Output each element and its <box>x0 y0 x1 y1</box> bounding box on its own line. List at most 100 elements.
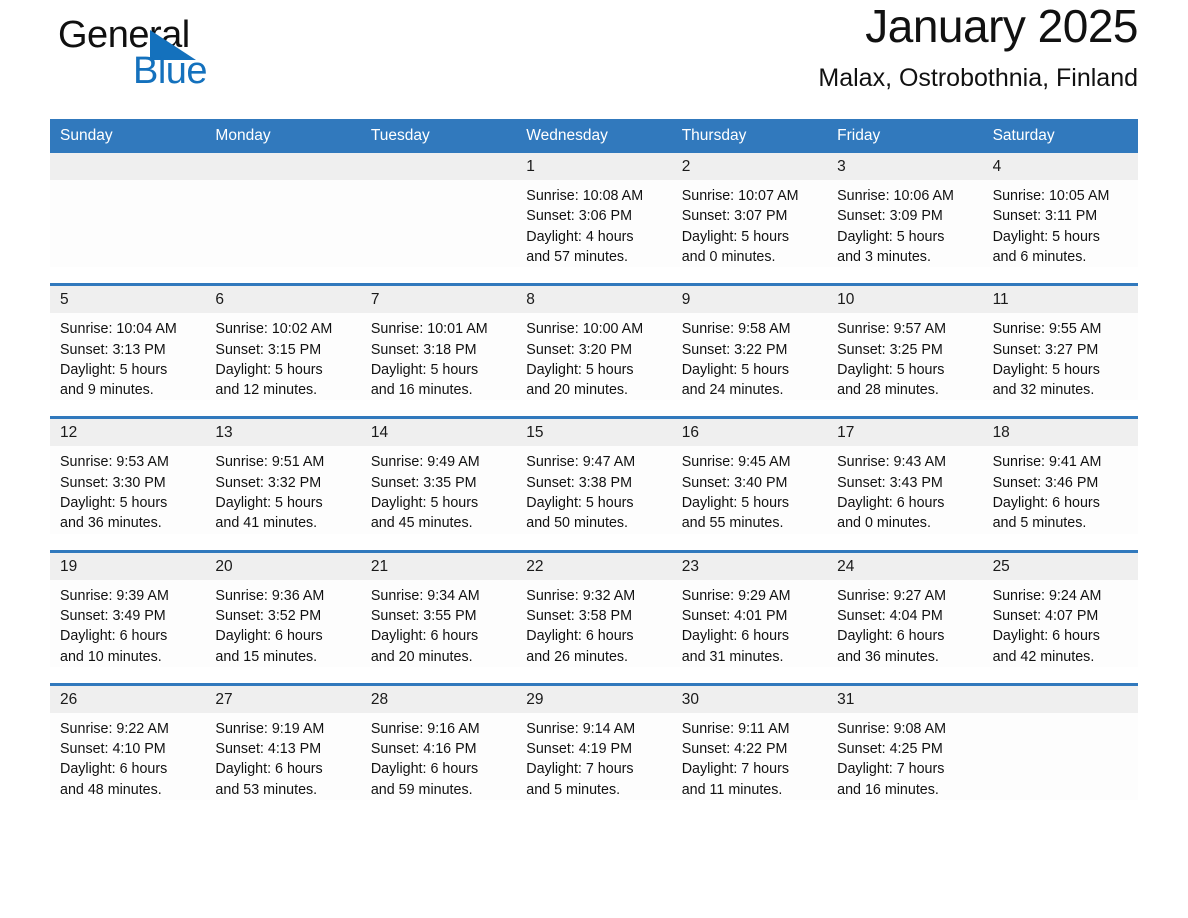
day-number: 12 <box>50 419 206 447</box>
day-number: 25 <box>982 552 1138 580</box>
day-cell[interactable]: 28 Sunrise: 9:16 AM Sunset: 4:16 PM Dayligh… <box>360 685 517 800</box>
day-details <box>361 180 516 186</box>
day-cell-empty <box>205 153 361 267</box>
sunrise-time: Sunrise: 9:27 AM <box>837 587 947 604</box>
day-cell[interactable]: 27 Sunrise: 9:19 AM Sunset: 4:13 PM Dayligh… <box>205 685 361 800</box>
day-cell[interactable]: 7 Sunrise: 10:01 AM Sunset: 3:18 PM Dayligh… <box>360 286 517 400</box>
sunrise-time: Sunrise: 10:02 AM <box>215 321 333 338</box>
day-cell[interactable]: 4 Sunrise: 10:05 AM Sunset: 3:11 PM Dayligh… <box>982 153 1138 267</box>
day-cell[interactable]: 30 Sunrise: 9:11 AM Sunset: 4:22 PM Dayligh… <box>671 685 828 800</box>
sunrise-time: Sunrise: 9:32 AM <box>526 587 636 604</box>
day-details: Sunrise: 9:41 AM Sunset: 3:46 PM Daylight:… <box>983 446 1138 533</box>
day-details: Sunrise: 9:36 AM Sunset: 3:52 PM Daylight:… <box>205 580 360 667</box>
day-details: Sunrise: 9:29 AM Sunset: 4:01 PM Daylight:… <box>672 580 827 667</box>
sunset-time: Sunset: 3:06 PM <box>526 208 632 225</box>
daylight-duration-line2: and 45 minutes. <box>370 515 473 532</box>
calendar-grid: Sunday Monday Tuesday Wednesday Thursday… <box>50 119 1138 800</box>
day-details: Sunrise: 9:27 AM Sunset: 4:04 PM Daylight:… <box>827 580 982 667</box>
day-cell[interactable]: 21 Sunrise: 9:34 AM Sunset: 3:55 PM Dayligh… <box>360 552 517 667</box>
daylight-duration-line1: Daylight: 6 hours <box>526 628 634 645</box>
daylight-duration-line2: and 6 minutes. <box>992 248 1087 265</box>
day-cell[interactable]: 12 Sunrise: 9:53 AM Sunset: 3:30 PM Dayligh… <box>50 419 206 533</box>
week-row-spacer <box>50 666 1138 683</box>
day-cell[interactable]: 23 Sunrise: 9:29 AM Sunset: 4:01 PM Dayligh… <box>671 552 828 667</box>
sunrise-time: Sunrise: 9:36 AM <box>215 587 325 604</box>
sunset-time: Sunset: 3:46 PM <box>992 474 1099 491</box>
sunset-time: Sunset: 3:25 PM <box>837 341 943 358</box>
day-cell[interactable]: 8 Sunrise: 10:00 AM Sunset: 3:20 PM Dayligh… <box>516 286 672 400</box>
daylight-duration-line2: and 36 minutes. <box>60 515 162 532</box>
sunset-time: Sunset: 3:35 PM <box>370 474 477 491</box>
weekday-header-sunday: Sunday <box>60 127 113 144</box>
day-cell[interactable]: 11 Sunrise: 9:55 AM Sunset: 3:27 PM Dayligh… <box>982 286 1138 400</box>
day-number: 28 <box>360 685 517 713</box>
day-number: 5 <box>50 286 206 314</box>
day-details: Sunrise: 9:47 AM Sunset: 3:38 PM Daylight:… <box>516 446 671 533</box>
day-cell[interactable]: 29 Sunrise: 9:14 AM Sunset: 4:19 PM Dayligh… <box>516 685 672 800</box>
day-cell[interactable]: 3 Sunrise: 10:06 AM Sunset: 3:09 PM Dayligh… <box>827 153 983 267</box>
day-cell[interactable]: 25 Sunrise: 9:24 AM Sunset: 4:07 PM Dayligh… <box>982 552 1138 667</box>
daylight-duration-line1: Daylight: 6 hours <box>215 761 323 778</box>
day-details <box>983 713 1138 719</box>
sunrise-time: Sunrise: 9:55 AM <box>992 321 1102 338</box>
day-cell[interactable]: 20 Sunrise: 9:36 AM Sunset: 3:52 PM Dayligh… <box>205 552 361 667</box>
day-details: Sunrise: 9:53 AM Sunset: 3:30 PM Daylight:… <box>50 446 205 533</box>
daylight-duration-line2: and 36 minutes. <box>837 648 939 665</box>
sunset-time: Sunset: 3:27 PM <box>992 341 1099 358</box>
day-cell[interactable]: 6 Sunrise: 10:02 AM Sunset: 3:15 PM Dayligh… <box>205 286 361 400</box>
day-details: Sunrise: 9:34 AM Sunset: 3:55 PM Daylight:… <box>361 580 516 667</box>
sunrise-time: Sunrise: 9:16 AM <box>370 720 480 737</box>
daylight-duration-line2: and 11 minutes. <box>681 781 783 798</box>
sunset-time: Sunset: 4:10 PM <box>60 741 166 758</box>
daylight-duration-line2: and 55 minutes. <box>681 515 784 532</box>
page-header: General Blue January 2025 Malax, Ostrobo… <box>50 0 1138 105</box>
sunset-time: Sunset: 4:07 PM <box>992 607 1099 624</box>
daylight-duration-line1: Daylight: 5 hours <box>370 361 479 378</box>
day-number: 23 <box>671 552 828 580</box>
day-cell[interactable]: 15 Sunrise: 9:47 AM Sunset: 3:38 PM Dayligh… <box>516 419 672 533</box>
day-cell-empty <box>50 153 206 267</box>
daylight-duration-line1: Daylight: 6 hours <box>60 628 168 645</box>
day-cell[interactable]: 31 Sunrise: 9:08 AM Sunset: 4:25 PM Dayligh… <box>827 685 983 800</box>
sunset-time: Sunset: 3:38 PM <box>526 474 632 491</box>
generalblue-logo[interactable]: General Blue <box>50 14 280 94</box>
day-cell[interactable]: 10 Sunrise: 9:57 AM Sunset: 3:25 PM Dayligh… <box>827 286 983 400</box>
weekday-header-wednesday: Wednesday <box>526 127 608 144</box>
day-details: Sunrise: 10:07 AM Sunset: 3:07 PM Daylight… <box>672 180 827 267</box>
sunrise-time: Sunrise: 9:58 AM <box>681 321 791 338</box>
week-row: 19 Sunrise: 9:39 AM Sunset: 3:49 PM Dayligh… <box>50 549 1138 667</box>
day-cell[interactable]: 13 Sunrise: 9:51 AM Sunset: 3:32 PM Dayligh… <box>205 419 361 533</box>
sunset-time: Sunset: 3:13 PM <box>60 341 166 358</box>
day-cell[interactable]: 1 Sunrise: 10:08 AM Sunset: 3:06 PM Dayligh… <box>516 153 672 267</box>
day-cell[interactable]: 17 Sunrise: 9:43 AM Sunset: 3:43 PM Dayligh… <box>827 419 983 533</box>
day-cell[interactable]: 18 Sunrise: 9:41 AM Sunset: 3:46 PM Dayligh… <box>982 419 1138 533</box>
sunset-time: Sunset: 3:43 PM <box>837 474 943 491</box>
day-cell[interactable]: 22 Sunrise: 9:32 AM Sunset: 3:58 PM Dayligh… <box>516 552 672 667</box>
daylight-duration-line2: and 24 minutes. <box>681 382 784 399</box>
day-number: 31 <box>827 685 983 713</box>
day-number: 6 <box>205 286 361 314</box>
day-cell[interactable]: 14 Sunrise: 9:49 AM Sunset: 3:35 PM Dayligh… <box>360 419 517 533</box>
day-details: Sunrise: 9:49 AM Sunset: 3:35 PM Daylight:… <box>361 446 516 533</box>
day-number: 16 <box>671 419 828 447</box>
daylight-duration-line1: Daylight: 6 hours <box>837 495 945 512</box>
day-cell[interactable]: 24 Sunrise: 9:27 AM Sunset: 4:04 PM Dayligh… <box>827 552 983 667</box>
day-cell[interactable]: 26 Sunrise: 9:22 AM Sunset: 4:10 PM Dayligh… <box>50 685 206 800</box>
day-cell[interactable]: 2 Sunrise: 10:07 AM Sunset: 3:07 PM Dayligh… <box>671 153 828 267</box>
day-details: Sunrise: 10:02 AM Sunset: 3:15 PM Daylight… <box>205 313 360 400</box>
sunset-time: Sunset: 3:20 PM <box>526 341 632 358</box>
day-cell[interactable]: 5 Sunrise: 10:04 AM Sunset: 3:13 PM Dayligh… <box>50 286 206 400</box>
daylight-duration-line1: Daylight: 4 hours <box>526 228 634 245</box>
day-number: 3 <box>827 153 983 181</box>
daylight-duration-line1: Daylight: 5 hours <box>837 361 945 378</box>
day-cell[interactable]: 19 Sunrise: 9:39 AM Sunset: 3:49 PM Dayligh… <box>50 552 206 667</box>
weekday-header-saturday: Saturday <box>992 127 1055 144</box>
daylight-duration-line1: Daylight: 5 hours <box>681 228 789 245</box>
day-cell[interactable]: 16 Sunrise: 9:45 AM Sunset: 3:40 PM Dayligh… <box>671 419 828 533</box>
sunrise-time: Sunrise: 10:06 AM <box>837 188 954 205</box>
daylight-duration-line2: and 31 minutes. <box>681 648 784 665</box>
day-details: Sunrise: 9:11 AM Sunset: 4:22 PM Daylight:… <box>672 713 827 800</box>
day-cell[interactable]: 9 Sunrise: 9:58 AM Sunset: 3:22 PM Daylight… <box>671 286 828 400</box>
day-number <box>205 153 361 181</box>
weekday-header-tuesday: Tuesday <box>370 127 430 144</box>
